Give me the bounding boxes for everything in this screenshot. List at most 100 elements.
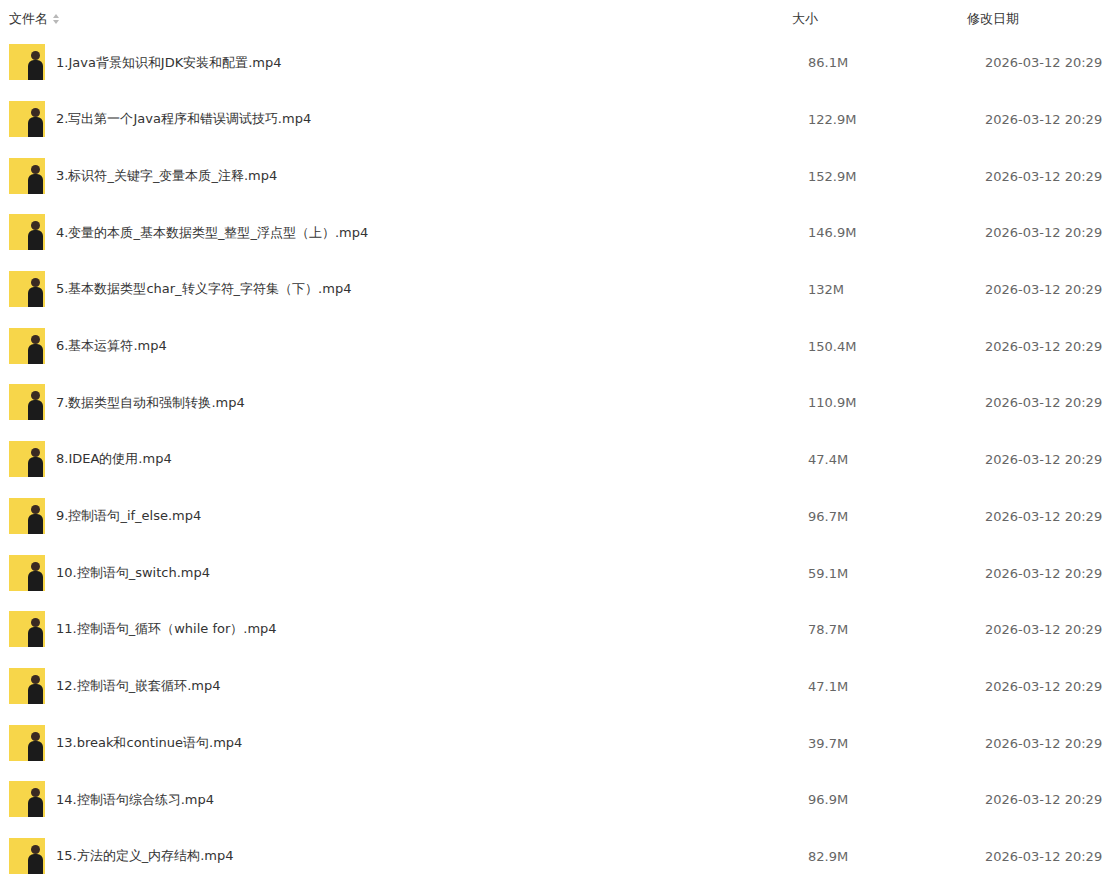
- video-thumbnail[interactable]: [9, 611, 45, 647]
- video-thumbnail[interactable]: [9, 781, 45, 817]
- file-row[interactable]: 3.标识符_关键字_变量本质_注释.mp4 152.9M 2026-03-12 20…: [0, 147, 1113, 204]
- file-name[interactable]: 1.Java背景知识和JDK安装和配置.mp4: [56, 53, 282, 73]
- file-row[interactable]: 4.变量的本质_基本数据类型_整型_浮点型（上）.mp4 146.9M 2026-0…: [0, 204, 1113, 261]
- thumbnail-head: [31, 505, 40, 514]
- name-column-label[interactable]: 文件名: [9, 9, 48, 29]
- file-date: 2026-03-12 20:29: [985, 736, 1102, 751]
- file-date: 2026-03-12 20:29: [985, 225, 1102, 240]
- file-row[interactable]: 2.写出第一个Java程序和错误调试技巧.mp4122.9M2026-03-12…: [0, 91, 1113, 148]
- file-name[interactable]: 10.控制语句_switch.mp4: [56, 563, 210, 583]
- video-thumbnail[interactable]: [9, 384, 45, 420]
- file-row[interactable]: 6.基本运算符.mp4 150.4M 2026-03-12 20:29: [0, 317, 1113, 374]
- file-row[interactable]: 8.IDEA的使用.mp4 47.4M 2026-03-12 20:29: [0, 431, 1113, 488]
- file-date: 2026-03-12 20:29: [985, 452, 1102, 467]
- file-row[interactable]: 11.控制语句_循环（while for）.mp478.7M2026-03-12…: [0, 601, 1113, 658]
- file-date: 2026-03-12 20:29: [985, 566, 1102, 581]
- size-cell: 96.9M: [799, 787, 976, 811]
- file-name[interactable]: 7.数据类型自动和强制转换.mp4: [56, 393, 245, 413]
- size-cell: 150.4M: [799, 334, 976, 358]
- date-cell: 2026-03-12 20:29: [976, 107, 1113, 131]
- name-cell: 1.Java背景知识和JDK安装和配置.mp4: [0, 44, 799, 80]
- file-size: 132M: [808, 282, 844, 297]
- file-row[interactable]: 13.break和continue语句.mp4 39.7M 2026-03-12 2…: [0, 714, 1113, 771]
- file-row[interactable]: 9.控制语句_if_else.mp496.7M2026-03-12 20:29: [0, 488, 1113, 545]
- file-size: 150.4M: [808, 339, 856, 354]
- date-cell: 2026-03-12 20:29: [976, 220, 1113, 244]
- video-thumbnail[interactable]: [9, 725, 45, 761]
- thumbnail-head: [31, 788, 40, 797]
- thumbnail-body: [28, 60, 43, 80]
- size-cell: 39.7M: [799, 731, 976, 755]
- date-column-header[interactable]: 修改日期: [967, 9, 1113, 29]
- size-cell: 110.9M: [799, 390, 976, 414]
- file-name[interactable]: 13.break和continue语句.mp4: [56, 733, 242, 753]
- video-thumbnail[interactable]: [9, 44, 45, 80]
- name-cell: 12.控制语句_嵌套循环.mp4: [0, 668, 799, 704]
- file-size: 96.7M: [808, 509, 848, 524]
- video-thumbnail[interactable]: [9, 555, 45, 591]
- size-cell: 47.4M: [799, 447, 976, 471]
- size-cell: 152.9M: [799, 164, 976, 188]
- file-row[interactable]: 5.基本数据类型char_转义字符_字符集（下）.mp4 132M 2026-03-…: [0, 261, 1113, 318]
- thumbnail-head: [31, 221, 40, 230]
- file-name[interactable]: 5.基本数据类型char_转义字符_字符集（下）.mp4: [56, 279, 351, 299]
- thumbnail-body: [28, 741, 43, 761]
- video-thumbnail[interactable]: [9, 101, 45, 137]
- video-thumbnail[interactable]: [9, 838, 45, 874]
- video-thumbnail[interactable]: [9, 668, 45, 704]
- video-thumbnail[interactable]: [9, 271, 45, 307]
- name-cell: 15.方法的定义_内存结构.mp4: [0, 838, 799, 874]
- thumbnail-head: [31, 845, 40, 854]
- date-cell: 2026-03-12 20:29: [976, 334, 1113, 358]
- date-cell: 2026-03-12 20:29: [976, 164, 1113, 188]
- size-column-header[interactable]: 大小: [792, 9, 967, 29]
- file-date: 2026-03-12 20:29: [985, 622, 1102, 637]
- thumbnail-body: [28, 117, 43, 137]
- file-name[interactable]: 4.变量的本质_基本数据类型_整型_浮点型（上）.mp4: [56, 223, 368, 243]
- size-cell: 82.9M: [799, 844, 976, 868]
- thumbnail-body: [28, 287, 43, 307]
- video-thumbnail[interactable]: [9, 441, 45, 477]
- list-header: 文件名 大小 修改日期: [0, 0, 1113, 34]
- date-cell: 2026-03-12 20:29: [976, 390, 1113, 414]
- file-row[interactable]: 14.控制语句综合练习.mp4 96.9M 2026-03-12 20:29: [0, 771, 1113, 828]
- video-thumbnail[interactable]: [9, 328, 45, 364]
- file-size: 146.9M: [808, 225, 856, 240]
- file-row[interactable]: 7.数据类型自动和强制转换.mp4 110.9M2026-03-12 20:29: [0, 374, 1113, 431]
- file-row[interactable]: 10.控制语句_switch.mp4 59.1M 2026-03-12 20:29: [0, 544, 1113, 601]
- file-name[interactable]: 2.写出第一个Java程序和错误调试技巧.mp4: [56, 109, 311, 129]
- date-cell: 2026-03-12 20:29: [976, 617, 1113, 641]
- file-date: 2026-03-12 20:29: [985, 792, 1102, 807]
- date-cell: 2026-03-12 20:29: [976, 731, 1113, 755]
- file-row[interactable]: 15.方法的定义_内存结构.mp4 82.9M 2026-03-12 20:29: [0, 828, 1113, 884]
- file-name[interactable]: 15.方法的定义_内存结构.mp4: [56, 846, 234, 866]
- file-size: 96.9M: [808, 792, 848, 807]
- file-size: 152.9M: [808, 169, 856, 184]
- file-name[interactable]: 12.控制语句_嵌套循环.mp4: [56, 676, 221, 696]
- video-thumbnail[interactable]: [9, 214, 45, 250]
- video-thumbnail[interactable]: [9, 158, 45, 194]
- file-date: 2026-03-12 20:29: [985, 282, 1102, 297]
- thumbnail-body: [28, 400, 43, 420]
- file-name[interactable]: 11.控制语句_循环（while for）.mp4: [56, 619, 277, 639]
- thumbnail-head: [31, 675, 40, 684]
- file-name[interactable]: 9.控制语句_if_else.mp4: [56, 506, 201, 526]
- thumbnail-body: [28, 571, 43, 591]
- file-date: 2026-03-12 20:29: [985, 849, 1102, 864]
- video-thumbnail[interactable]: [9, 498, 45, 534]
- size-cell: 132M: [799, 277, 976, 301]
- file-row[interactable]: 12.控制语句_嵌套循环.mp447.1M2026-03-12 20:29: [0, 658, 1113, 715]
- date-column-label[interactable]: 修改日期: [967, 11, 1019, 26]
- thumbnail-head: [31, 51, 40, 60]
- name-cell: 13.break和continue语句.mp4: [0, 725, 799, 761]
- size-cell: 59.1M: [799, 561, 976, 585]
- thumbnail-head: [31, 448, 40, 457]
- name-column-header[interactable]: 文件名: [0, 9, 792, 29]
- file-name[interactable]: 14.控制语句综合练习.mp4: [56, 790, 214, 810]
- file-name[interactable]: 3.标识符_关键字_变量本质_注释.mp4: [56, 166, 277, 186]
- sort-icon[interactable]: [52, 13, 60, 25]
- size-column-label[interactable]: 大小: [792, 11, 818, 26]
- file-name[interactable]: 8.IDEA的使用.mp4: [56, 449, 172, 469]
- file-name[interactable]: 6.基本运算符.mp4: [56, 336, 167, 356]
- file-row[interactable]: 1.Java背景知识和JDK安装和配置.mp486.1M2026-03-12 2…: [0, 34, 1113, 91]
